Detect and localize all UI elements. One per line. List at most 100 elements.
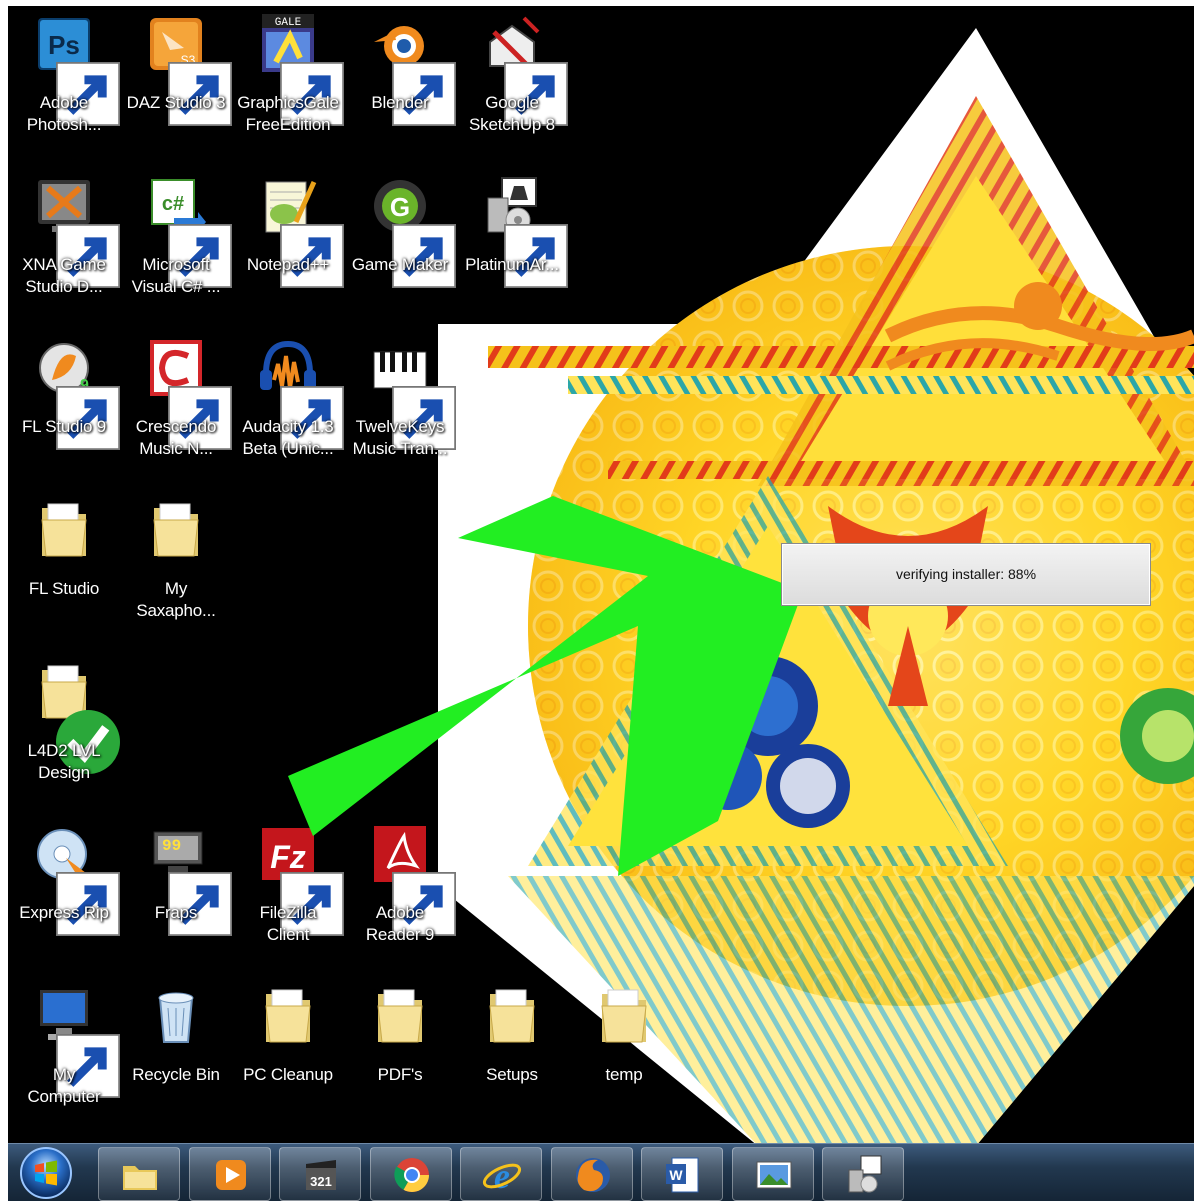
installer-progress-dialog: verifying installer: 88% [781, 543, 1151, 606]
desktop-icon-label: Notepad++ [246, 255, 330, 274]
twelvekeys-icon [368, 336, 456, 450]
adobe-reader-icon [368, 822, 456, 936]
taskbar: 321 e W [8, 1143, 1194, 1201]
desktop-icon-label: Express Rip [19, 903, 109, 922]
media-center-icon: 321 [306, 1160, 336, 1190]
desktop-icon-label: My Computer [27, 1065, 101, 1106]
folder-icon [32, 498, 96, 562]
desktop-icon-fraps[interactable]: 99 Fraps [120, 816, 232, 966]
desktop-icon-fl-studio[interactable]: 9FL Studio 9 [8, 330, 120, 480]
desktop-icon-label: TwelveKeys Music Tran... [352, 417, 448, 458]
svg-text:W: W [669, 1167, 683, 1183]
taskbar-button-media-center[interactable]: 321 [279, 1147, 361, 1201]
svg-text:GALE: GALE [275, 17, 302, 29]
svg-text:321: 321 [310, 1174, 332, 1189]
desktop-icon-express-rip[interactable]: Express Rip [8, 816, 120, 966]
folder-icon [32, 660, 120, 774]
desktop-icon-twelvekeys[interactable]: TwelveKeys Music Tran... [344, 330, 456, 480]
desktop-icon-label: DAZ Studio 3 [126, 93, 226, 112]
desktop-icon-notepadpp[interactable]: Notepad++ [232, 168, 344, 318]
platinum-arts-icon [480, 174, 568, 288]
picture-viewer-icon [756, 1161, 791, 1189]
desktop-icon-label: Adobe Reader 9 [365, 903, 435, 944]
desktop-icon-label: Google SketchUp 8 [469, 93, 555, 134]
crescendo-icon [144, 336, 232, 450]
desktop-icon-label: XNA Game Studio D... [22, 255, 106, 296]
chrome-icon [393, 1158, 429, 1192]
folder-icon [592, 984, 656, 1048]
internet-explorer-icon: e [482, 1156, 522, 1196]
desktop-icon-folder[interactable]: Setups [456, 978, 568, 1128]
desktop-screen: Ps Adobe Photosh... S3 DAZ Studio 3 GALE Grap… [8, 6, 1194, 1201]
folder-icon [144, 498, 208, 562]
xna-icon [32, 174, 120, 288]
desktop-icon-audacity[interactable]: Audacity 1.3 Beta (Unic... [232, 330, 344, 480]
sketchup-icon [480, 12, 568, 126]
desktop-icon-sketchup[interactable]: Google SketchUp 8 [456, 6, 568, 156]
svg-text:c#: c# [162, 193, 184, 215]
taskbar-button-windows-explorer[interactable] [98, 1147, 180, 1201]
desktop-icon-photoshop[interactable]: Ps Adobe Photosh... [8, 6, 120, 156]
desktop-icon-crescendo[interactable]: Crescendo Music N... [120, 330, 232, 480]
taskbar-button-media-player[interactable] [188, 1147, 271, 1201]
audacity-icon [256, 336, 344, 450]
folder-icon [256, 984, 320, 1048]
installer-icon [848, 1155, 882, 1193]
svg-text:99: 99 [162, 837, 181, 855]
desktop-icon-visual-csharp[interactable]: c# Microsoft Visual C# ... [120, 168, 232, 318]
taskbar-button-firefox[interactable] [550, 1147, 633, 1201]
desktop-icon-filezilla[interactable]: Fz FileZilla Client [232, 816, 344, 966]
media-player-icon [215, 1160, 246, 1190]
taskbar-button-chrome[interactable] [369, 1147, 452, 1201]
desktop-icon-label: FL Studio 9 [21, 417, 107, 436]
svg-text:Fz: Fz [270, 839, 306, 875]
recycle-bin-icon [144, 984, 208, 1048]
desktop-icon-daz-studio[interactable]: S3 DAZ Studio 3 [120, 6, 232, 156]
desktop-icon-label: GraphicsGale FreeEdition [237, 93, 339, 134]
desktop-icon-label: PDF's [377, 1065, 423, 1084]
desktop-icon-label: Fraps [154, 903, 198, 922]
desktop-icon-label: Game Maker [351, 255, 449, 274]
desktop-icon-folder[interactable]: My Saxapho... [120, 492, 232, 642]
desktop-icon-game-maker[interactable]: G Game Maker [344, 168, 456, 318]
progress-status-text: verifying installer: 88% [895, 566, 1037, 582]
desktop-icon-platinum-arts[interactable]: PlatinumAr... [456, 168, 568, 318]
svg-text:e: e [494, 1156, 510, 1196]
game-maker-icon: G [368, 174, 456, 288]
taskbar-button-word[interactable]: W [641, 1147, 723, 1201]
desktop-icon-graphicsgale[interactable]: GALE GraphicsGale FreeEdition [232, 6, 344, 156]
desktop-icon-folder[interactable]: temp [568, 978, 680, 1128]
desktop-icon-computer[interactable]: My Computer [8, 978, 120, 1128]
desktop-icon-label: Crescendo Music N... [135, 417, 217, 458]
desktop-icon-label: Blender [371, 93, 429, 112]
photoshop-icon: Ps [32, 12, 120, 126]
firefox-icon [575, 1158, 610, 1192]
desktop-icon-label: My Saxapho... [136, 579, 216, 620]
folder-icon [480, 984, 544, 1048]
desktop-icon-blender[interactable]: Blender [344, 6, 456, 156]
taskbar-button-internet-explorer[interactable]: e [460, 1147, 542, 1201]
desktop-icon-folder[interactable]: FL Studio [8, 492, 120, 642]
taskbar-button-installer[interactable] [822, 1147, 904, 1201]
desktop-icon-folder[interactable]: PDF's [344, 978, 456, 1128]
blender-icon [368, 12, 456, 126]
desktop-icon-label: Microsoft Visual C# ... [131, 255, 221, 296]
desktop-icon-label: L4D2 LVL Design [27, 741, 101, 782]
desktop-icon-recycle-bin[interactable]: Recycle Bin [120, 978, 232, 1128]
desktop-icon-label: PlatinumAr... [465, 255, 559, 274]
desktop-icon-xna[interactable]: XNA Game Studio D... [8, 168, 120, 318]
folder-icon [368, 984, 432, 1048]
taskbar-button-picture-viewer[interactable] [731, 1147, 814, 1201]
visual-csharp-icon: c# [144, 174, 232, 288]
fraps-icon: 99 [144, 822, 232, 936]
svg-text:Ps: Ps [48, 30, 80, 60]
express-rip-icon [32, 822, 120, 936]
desktop-icon-label: Recycle Bin [132, 1065, 220, 1084]
daz-studio-icon: S3 [144, 12, 232, 126]
desktop-icon-label: PC Cleanup [243, 1065, 333, 1084]
desktop-icon-folder[interactable]: PC Cleanup [232, 978, 344, 1128]
desktop-icon-folder[interactable]: L4D2 LVL Design [8, 654, 120, 804]
windows-start-orb[interactable] [18, 1145, 74, 1201]
fl-studio-icon: 9 [32, 336, 120, 450]
desktop-icon-adobe-reader[interactable]: Adobe Reader 9 [344, 816, 456, 966]
